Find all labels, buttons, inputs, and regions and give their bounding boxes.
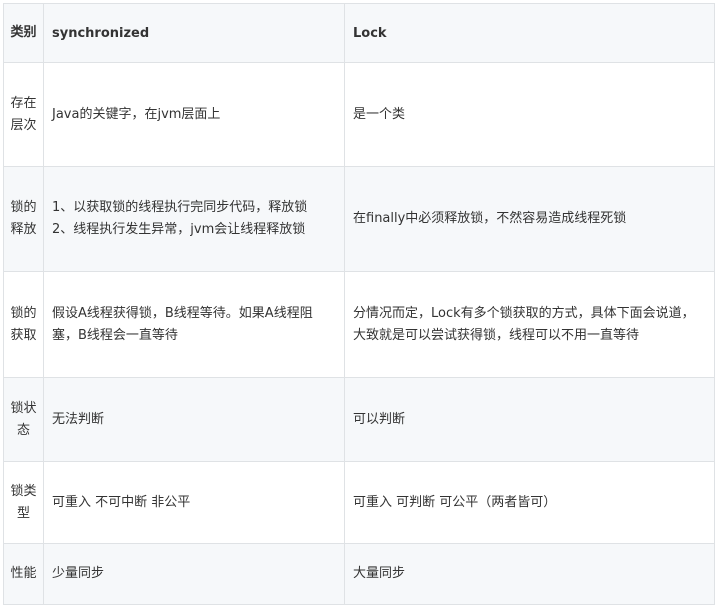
row-category: 锁的获取 xyxy=(3,271,44,378)
cell-text: 无法判断 xyxy=(52,411,105,427)
cell-text: Java的关键字，在jvm层面上 xyxy=(52,106,221,122)
row-sync-cell: 1、以获取锁的线程执行完同步代码，释放锁 2、线程执行发生异常，jvm会让线程释… xyxy=(43,166,345,272)
row-sync-cell: 可重入 不可中断 非公平 xyxy=(43,461,345,544)
header-synchronized: synchronized xyxy=(43,3,345,63)
row-lock-cell: 分情况而定，Lock有多个锁获取的方式，具体下面会说道，大致就是可以尝试获得锁，… xyxy=(344,271,715,378)
table-row-acquire: 锁的获取 假设A线程获得锁，B线程等待。如果A线程阻塞，B线程会一直等待 分情况… xyxy=(3,271,715,378)
table-row-type: 锁类型 可重入 不可中断 非公平 可重入 可判断 可公平（两者皆可） xyxy=(3,461,715,544)
cell-text: 可以判断 xyxy=(353,411,406,427)
comparison-table-container: 类别 synchronized Lock 存在层次 Java的关键字，在jvm层… xyxy=(3,3,715,605)
cell-text: 1、以获取锁的线程执行完同步代码，释放锁 xyxy=(52,200,308,215)
row-lock-cell: 可重入 可判断 可公平（两者皆可） xyxy=(344,461,715,544)
header-lock: Lock xyxy=(344,3,715,63)
header-category: 类别 xyxy=(3,3,44,63)
cell-text: 分情况而定，Lock有多个锁获取的方式，具体下面会说道，大致就是可以尝试获得锁，… xyxy=(353,305,695,343)
row-lock-cell: 在finally中必须释放锁，不然容易造成线程死锁 xyxy=(344,166,715,272)
cell-text: 是一个类 xyxy=(353,106,406,122)
cell-text: 少量同步 xyxy=(52,566,105,581)
row-category: 锁类型 xyxy=(3,461,44,544)
cell-text: 2、线程执行发生异常，jvm会让线程释放锁 xyxy=(52,222,306,237)
row-sync-cell: 少量同步 xyxy=(43,543,345,605)
table-row-release: 锁的释放 1、以获取锁的线程执行完同步代码，释放锁 2、线程执行发生异常，jvm… xyxy=(3,166,715,272)
table-row-level: 存在层次 Java的关键字，在jvm层面上 是一个类 xyxy=(3,62,715,167)
row-category: 存在层次 xyxy=(3,62,44,167)
table-row-state: 锁状态 无法判断 可以判断 xyxy=(3,377,715,462)
row-lock-cell: 大量同步 xyxy=(344,543,715,605)
row-sync-cell: 假设A线程获得锁，B线程等待。如果A线程阻塞，B线程会一直等待 xyxy=(43,271,345,378)
cell-text: 可重入 可判断 可公平（两者皆可） xyxy=(353,494,557,510)
cell-text: 假设A线程获得锁，B线程等待。如果A线程阻塞，B线程会一直等待 xyxy=(52,305,313,343)
row-lock-cell: 是一个类 xyxy=(344,62,715,167)
comparison-table: 类别 synchronized Lock 存在层次 Java的关键字，在jvm层… xyxy=(3,3,715,605)
table-row-performance: 性能 少量同步 大量同步 xyxy=(3,543,715,605)
row-category: 性能 xyxy=(3,543,44,605)
cell-text: 可重入 不可中断 非公平 xyxy=(52,494,191,510)
cell-text: 在finally中必须释放锁，不然容易造成线程死锁 xyxy=(353,211,627,226)
row-category: 锁状态 xyxy=(3,377,44,462)
table-header-row: 类别 synchronized Lock xyxy=(3,3,715,63)
row-sync-cell: Java的关键字，在jvm层面上 xyxy=(43,62,345,167)
cell-text: 大量同步 xyxy=(353,566,406,581)
row-lock-cell: 可以判断 xyxy=(344,377,715,462)
row-category: 锁的释放 xyxy=(3,166,44,272)
row-sync-cell: 无法判断 xyxy=(43,377,345,462)
